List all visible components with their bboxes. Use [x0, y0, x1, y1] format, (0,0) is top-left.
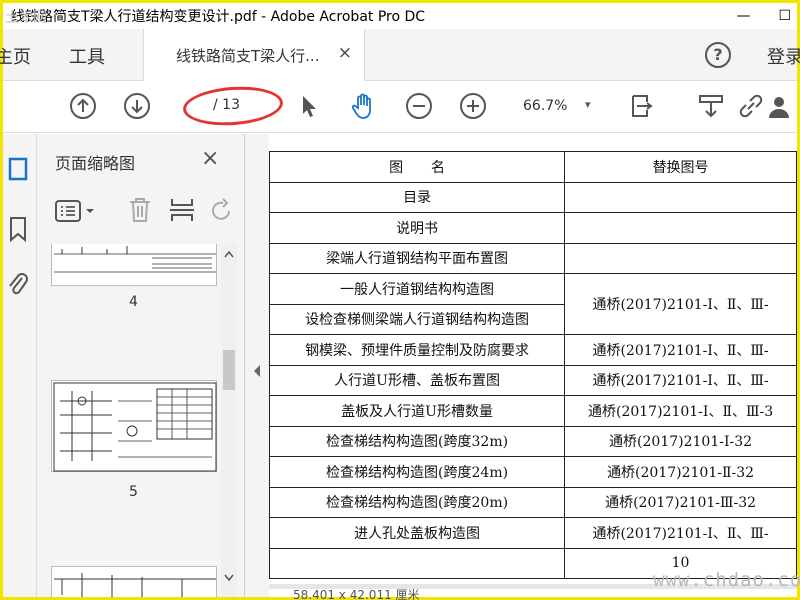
replacement-number-cell: 通桥(2017)2101-Ⅰ、Ⅱ、Ⅲ- — [564, 364, 797, 396]
help-icon[interactable]: ? — [705, 42, 731, 68]
zoom-level-select[interactable]: 66.7% — [523, 98, 567, 114]
zoom-in-icon[interactable] — [459, 92, 487, 120]
options-menu-icon[interactable] — [55, 198, 97, 224]
close-tab-button[interactable]: × — [338, 43, 352, 63]
replacement-number-cell: 通桥(2017)2101-Ⅰ、Ⅱ、Ⅲ-3 — [564, 395, 797, 427]
window-title: 线铁路简支T梁人行道结构变更设计.pdf - Adobe Acrobat Pro… — [11, 9, 426, 25]
drawing-name-cell: 检查梯结构构造图(跨度32m) — [269, 425, 566, 457]
drawing-name-cell: 人行道U形槽、盖板布置图 — [269, 364, 566, 396]
tab-home[interactable]: 主页 — [0, 43, 31, 69]
table-header-row: 图 名替换图号 — [269, 151, 797, 183]
panel-title: 页面缩略图 — [55, 154, 136, 173]
link-icon[interactable] — [737, 92, 765, 120]
page-fit-icon[interactable] — [629, 92, 657, 120]
replacement-number-cell: 通桥(2017)2101-Ⅱ-32 — [564, 456, 797, 488]
scroll-down-icon[interactable] — [224, 574, 234, 582]
drawing-name-cell: 检查梯结构构造图(跨度20m) — [269, 486, 566, 518]
table-row: 进人孔处盖板构造图 通桥(2017)2101-Ⅰ、Ⅱ、Ⅲ- — [269, 517, 797, 549]
replacement-number-cell — [564, 212, 797, 244]
page-preview-drawing — [54, 573, 216, 597]
tab-document[interactable]: 线铁路简支T梁人行... × — [143, 29, 365, 81]
drawing-name-cell — [269, 547, 566, 579]
page-preview-drawing — [54, 246, 216, 273]
table-row: 一般人行道钢结构构造图 通桥(2017)2101-Ⅰ、Ⅱ、Ⅲ- — [269, 273, 797, 335]
download-icon[interactable] — [697, 92, 725, 120]
replacement-number-cell: 通桥(2017)2101-Ⅰ、Ⅱ、Ⅲ- — [564, 273, 797, 335]
thumbnail-page-5[interactable] — [51, 380, 217, 472]
rotate-page-icon[interactable] — [209, 198, 235, 224]
delete-page-icon[interactable] — [127, 196, 153, 224]
thumbnail-scrollbar[interactable] — [221, 244, 237, 597]
table-row: 检查梯结构构造图(跨度32m) 通桥(2017)2101-Ⅰ-32 — [269, 425, 797, 457]
table-row: 检查梯结构构造图(跨度20m) 通桥(2017)2101-Ⅲ-32 — [269, 486, 797, 518]
table-row: 目录 — [269, 181, 797, 213]
tab-bar: 主页 工具 线铁路简支T梁人行... × ? 登录 — [0, 29, 800, 81]
extract-page-icon[interactable] — [169, 196, 195, 224]
bookmark-icon[interactable] — [7, 216, 29, 242]
close-panel-button[interactable]: × — [201, 146, 219, 171]
thumbnails-panel: 页面缩略图 × 4 5 — [37, 134, 245, 597]
scroll-up-icon[interactable] — [224, 250, 234, 258]
table-row: 梁端人行道钢结构平面布置图 — [269, 242, 797, 274]
scrollbar-thumb[interactable] — [223, 350, 235, 390]
replacement-number-cell: 通桥(2017)2101-Ⅲ-32 — [564, 486, 797, 518]
collapse-panel-strip[interactable] — [245, 134, 269, 597]
table-row: 盖板及人行道U形槽数量 通桥(2017)2101-Ⅰ、Ⅱ、Ⅲ-3 — [269, 395, 797, 427]
thumbnail-page-4[interactable] — [51, 244, 217, 286]
table-row: 说明书 — [269, 212, 797, 244]
attachment-icon[interactable] — [7, 272, 29, 298]
thumbnail-label: 4 — [129, 294, 138, 310]
navigation-rail — [3, 134, 37, 597]
login-button[interactable]: 登录 — [767, 43, 800, 69]
thumbnail-label: 5 — [129, 484, 138, 500]
select-cursor-icon[interactable] — [295, 92, 323, 120]
document-viewer[interactable]: 图 名替换图号 目录 说明书 梁端人行道钢结构平面布置图 一般人行道钢结构构造图 通桥(2… — [269, 134, 797, 597]
collapse-left-icon[interactable] — [252, 364, 262, 378]
site-watermark: www.chdao.com — [653, 569, 800, 591]
table-row: 钢模梁、预埋件质量控制及防腐要求 通桥(2017)2101-Ⅰ、Ⅱ、Ⅲ- — [269, 334, 797, 366]
main-toolbar: / 13 66.7% ▾ — [3, 81, 797, 133]
next-page-icon[interactable] — [123, 92, 151, 120]
page-thumbnails-icon[interactable] — [7, 156, 29, 182]
replacement-number-cell — [564, 242, 797, 274]
minimize-button[interactable]: — — [736, 8, 750, 24]
drawing-name-cell: 钢模梁、预埋件质量控制及防腐要求 — [269, 334, 566, 366]
window-controls: — ☐ — [736, 3, 791, 29]
thumbnail-page-6[interactable] — [51, 566, 217, 597]
tab-tools[interactable]: 工具 — [69, 43, 105, 69]
thumbnail-list: 4 5 — [37, 244, 233, 597]
column-header-replacement: 替换图号 — [564, 151, 797, 183]
zoom-out-icon[interactable] — [405, 92, 433, 120]
chevron-down-icon[interactable]: ▾ — [585, 98, 591, 111]
drawing-name-cell: 设检查梯侧梁端人行道钢结构构造图 — [269, 303, 566, 335]
share-user-icon[interactable] — [765, 92, 793, 120]
replacement-number-cell — [564, 181, 797, 213]
replacement-number-cell: 通桥(2017)2101-Ⅰ-32 — [564, 425, 797, 457]
watermark-text: 土木网 — [5, 10, 47, 26]
page-size-label: 58.401 x 42.011 厘米 — [293, 588, 420, 600]
page-preview-drawing — [53, 382, 217, 472]
title-bar: 线铁路简支T梁人行道结构变更设计.pdf - Adobe Acrobat Pro… — [3, 3, 797, 29]
hand-tool-icon[interactable] — [349, 92, 377, 120]
drawing-name-cell: 梁端人行道钢结构平面布置图 — [269, 242, 566, 274]
drawing-name-cell: 一般人行道钢结构构造图 — [269, 273, 566, 305]
document-tab-label: 线铁路简支T梁人行... — [176, 47, 320, 65]
column-header-name: 图 名 — [269, 151, 566, 183]
drawing-name-cell: 进人孔处盖板构造图 — [269, 517, 566, 549]
replacement-number-cell: 通桥(2017)2101-Ⅰ、Ⅱ、Ⅲ- — [564, 517, 797, 549]
replacement-number-cell: 通桥(2017)2101-Ⅰ、Ⅱ、Ⅲ- — [564, 334, 797, 366]
drawing-name-cell: 盖板及人行道U形槽数量 — [269, 395, 566, 427]
maximize-button[interactable]: ☐ — [778, 8, 791, 24]
previous-page-icon[interactable] — [69, 92, 97, 120]
drawing-name-cell: 目录 — [269, 181, 566, 213]
pdf-page: 图 名替换图号 目录 说明书 梁端人行道钢结构平面布置图 一般人行道钢结构构造图 通桥(2… — [269, 134, 797, 584]
panel-toolbar — [55, 194, 237, 228]
drawing-name-cell: 说明书 — [269, 212, 566, 244]
table-row: 人行道U形槽、盖板布置图 通桥(2017)2101-Ⅰ、Ⅱ、Ⅲ- — [269, 364, 797, 396]
table-row: 检查梯结构构造图(跨度24m) 通桥(2017)2101-Ⅱ-32 — [269, 456, 797, 488]
drawing-register-table: 图 名替换图号 目录 说明书 梁端人行道钢结构平面布置图 一般人行道钢结构构造图 通桥(2… — [269, 151, 797, 579]
drawing-name-cell: 检查梯结构构造图(跨度24m) — [269, 456, 566, 488]
